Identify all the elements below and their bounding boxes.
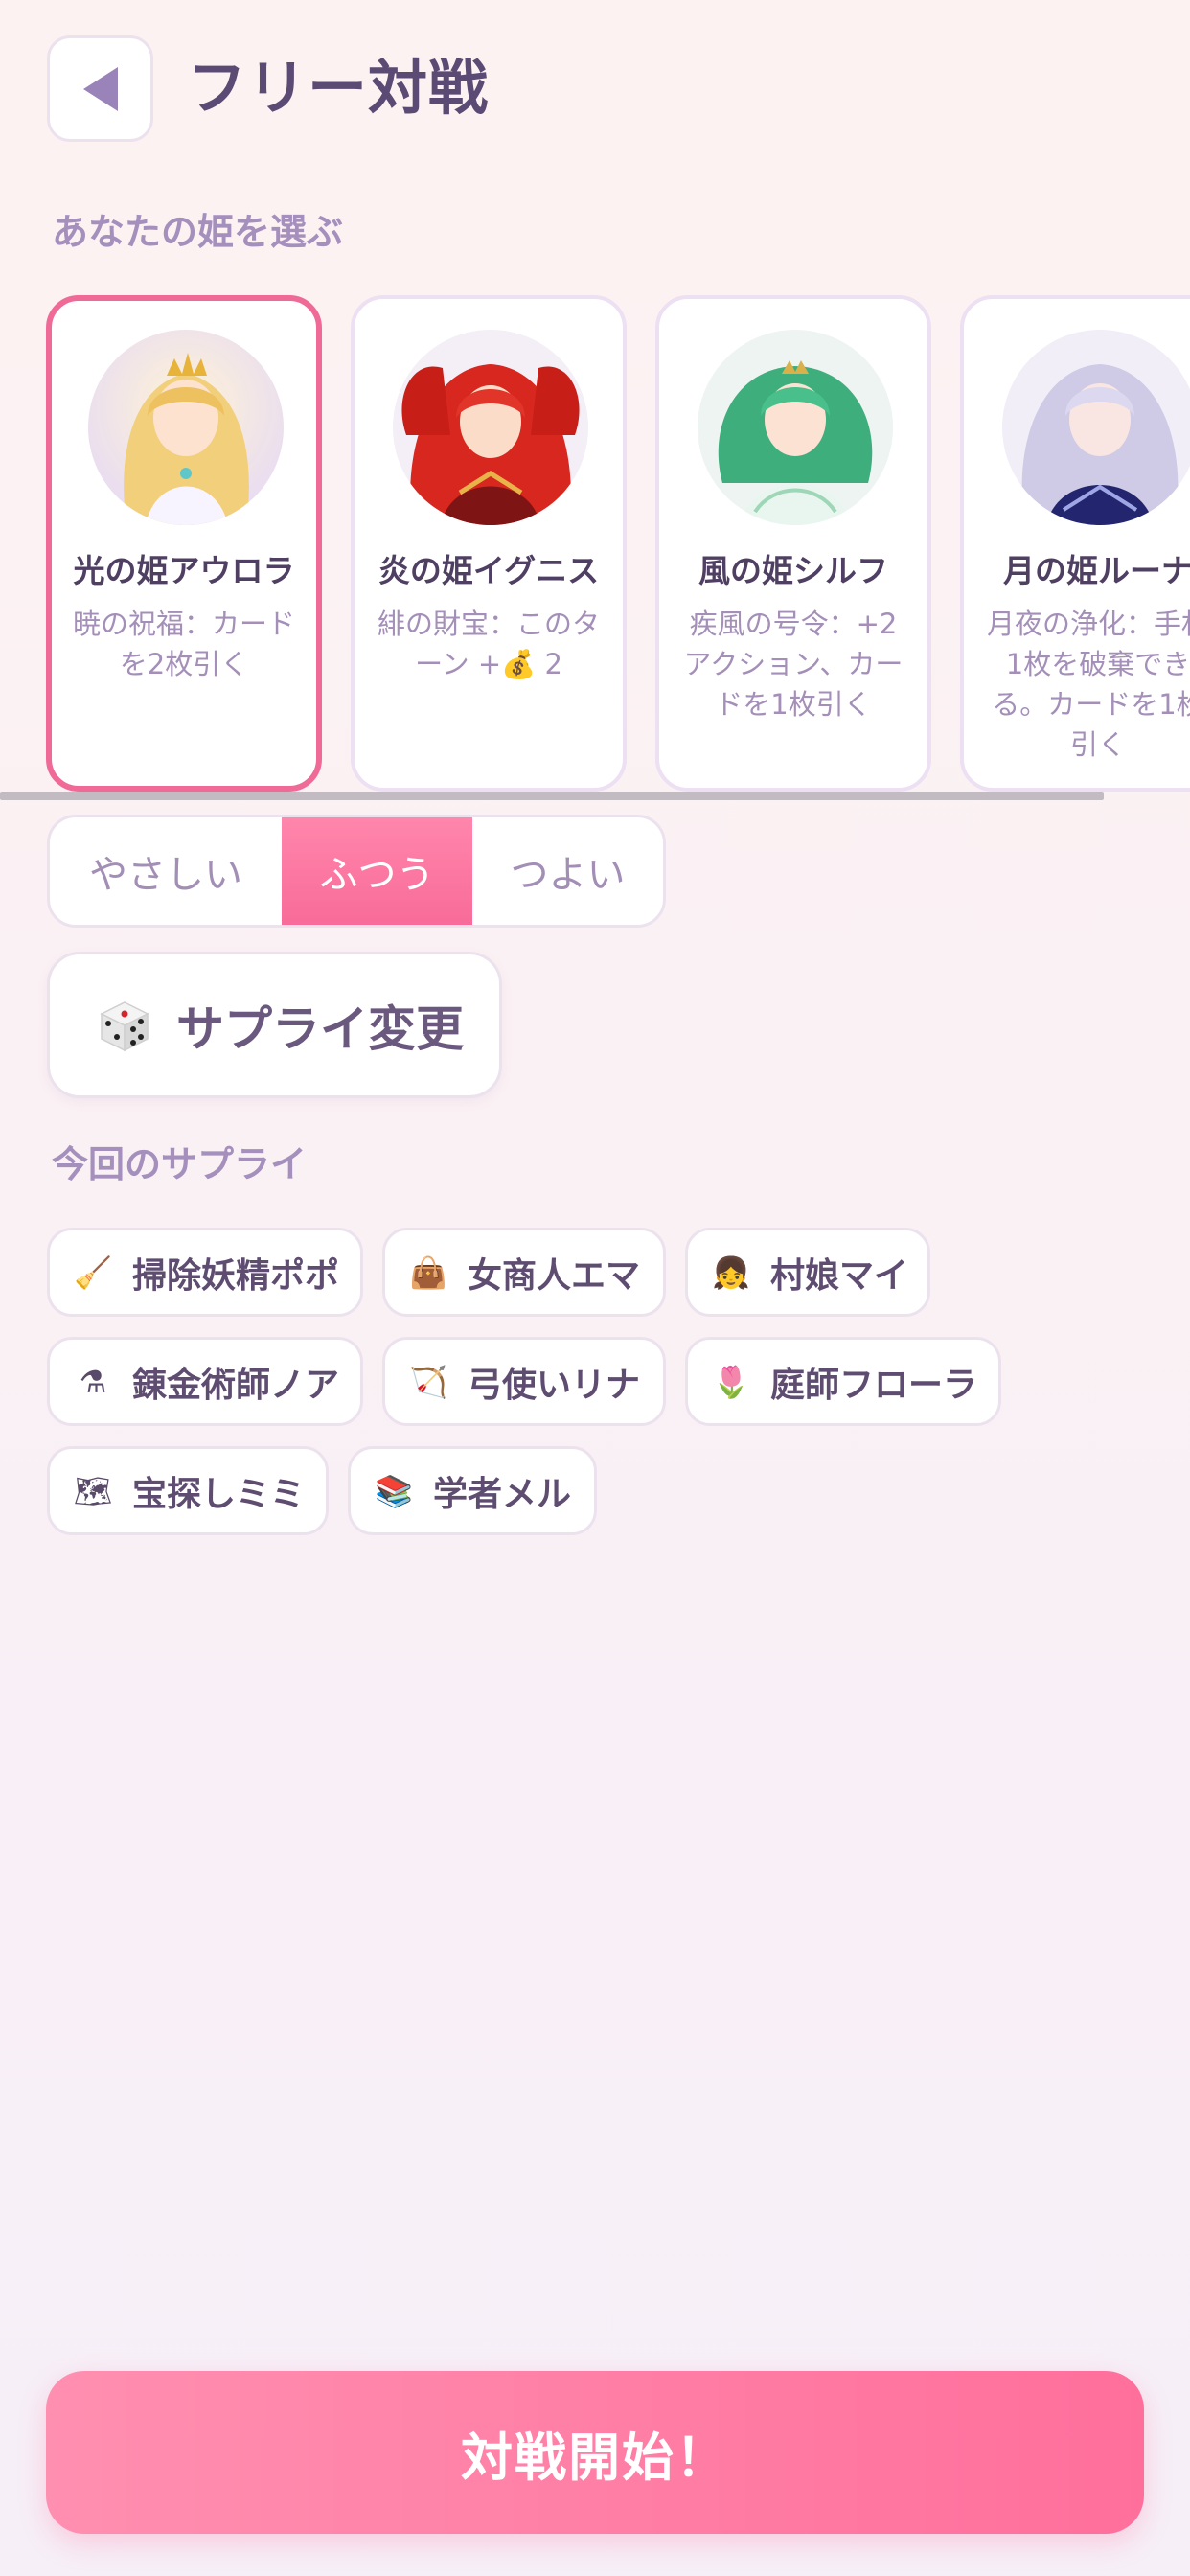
supply-card-chip[interactable]: 🗺 宝探しミミ <box>47 1446 329 1535</box>
start-battle-button[interactable]: 対戦開始！ <box>46 2371 1144 2534</box>
princess-section-label: あなたの姫を選ぶ <box>52 211 344 253</box>
difficulty-normal[interactable]: ふつう <box>282 817 472 925</box>
supply-card-name: 弓使いリナ <box>468 1365 641 1405</box>
princess-name: 炎の姫イグニス <box>378 552 600 589</box>
supply-card-name: 錬金術師ノア <box>132 1365 340 1405</box>
supply-card-chip[interactable]: 🏹 弓使いリナ <box>382 1337 666 1426</box>
princess-ability: 暁の祝福：カードを2枚引く <box>72 608 295 680</box>
supply-card-name: 女商人エマ <box>468 1255 641 1296</box>
supply-card-chip[interactable]: ⚗ 錬金術師ノア <box>47 1337 363 1426</box>
princess-card-ignis[interactable]: 炎の姫イグニス 緋の財宝：このターン +💰 2 <box>351 295 627 792</box>
supply-change-button[interactable]: サプライ変更 <box>47 952 502 1098</box>
princess-name: 光の姫アウロラ <box>73 552 295 589</box>
princess-portrait-ignis <box>393 330 588 525</box>
princess-ability: 月夜の浄化：手札1枚を破棄できる。カードを1枚引く <box>986 608 1190 761</box>
supply-card-name: 庭師フローラ <box>770 1365 978 1405</box>
princess-ability: 緋の財宝：このターン +💰 2 <box>377 608 600 680</box>
difficulty-easy[interactable]: やさしい <box>50 817 282 925</box>
supply-card-chip[interactable]: 🧹 掃除妖精ポポ <box>47 1228 363 1317</box>
princess-name: 月の姫ルーナ <box>1003 552 1190 589</box>
books-icon: 📚 <box>375 1472 413 1509</box>
supply-card-chip[interactable]: 🌷 庭師フローラ <box>685 1337 1001 1426</box>
dice-icon <box>100 1000 149 1051</box>
supply-card-name: 掃除妖精ポポ <box>132 1255 340 1296</box>
map-icon: 🗺 <box>73 1472 113 1509</box>
supply-card-name: 宝探しミミ <box>132 1474 306 1514</box>
back-triangle-icon <box>82 66 118 111</box>
handbag-icon: 👜 <box>409 1254 447 1291</box>
carousel-scrollbar[interactable] <box>0 792 1104 800</box>
difficulty-selector[interactable]: やさしい ふつう つよい <box>47 815 666 928</box>
supply-change-label: サプライ変更 <box>176 1000 464 1057</box>
page-title: フリー対戦 <box>187 53 490 123</box>
bow-and-arrow-icon: 🏹 <box>409 1363 447 1400</box>
broom-icon: 🧹 <box>74 1254 112 1291</box>
princess-portrait-luna <box>1002 330 1190 525</box>
tulip-icon: 🌷 <box>712 1363 750 1400</box>
supply-card-chip[interactable]: 📚 学者メル <box>348 1446 597 1535</box>
supply-card-name: 村娘マイ <box>770 1255 909 1296</box>
alembic-icon: ⚗ <box>79 1363 107 1400</box>
supply-card-chip[interactable]: 👧 村娘マイ <box>685 1228 930 1317</box>
princess-name: 風の姫シルフ <box>698 552 888 589</box>
princess-ability: 疾風の号令：+2アクション、カードを1枚引く <box>683 608 904 721</box>
princess-carousel[interactable]: 光の姫アウロラ 暁の祝福：カードを2枚引く 炎の姫イグニス 緋の財宝：このターン… <box>0 288 1190 795</box>
princess-card-sylph[interactable]: 風の姫シルフ 疾風の号令：+2アクション、カードを1枚引く <box>655 295 931 792</box>
princess-portrait-aurora <box>88 330 284 525</box>
back-button[interactable] <box>47 35 153 142</box>
girl-icon: 👧 <box>712 1254 750 1291</box>
supply-card-name: 学者メル <box>433 1474 572 1514</box>
princess-card-luna[interactable]: 月の姫ルーナ 月夜の浄化：手札1枚を破棄できる。カードを1枚引く <box>960 295 1190 792</box>
princess-card-aurora[interactable]: 光の姫アウロラ 暁の祝福：カードを2枚引く <box>46 295 322 792</box>
difficulty-hard[interactable]: つよい <box>472 817 663 925</box>
supply-card-chip[interactable]: 👜 女商人エマ <box>382 1228 666 1317</box>
supply-section-label: 今回のサプライ <box>52 1143 308 1185</box>
princess-portrait-sylph <box>698 330 893 525</box>
